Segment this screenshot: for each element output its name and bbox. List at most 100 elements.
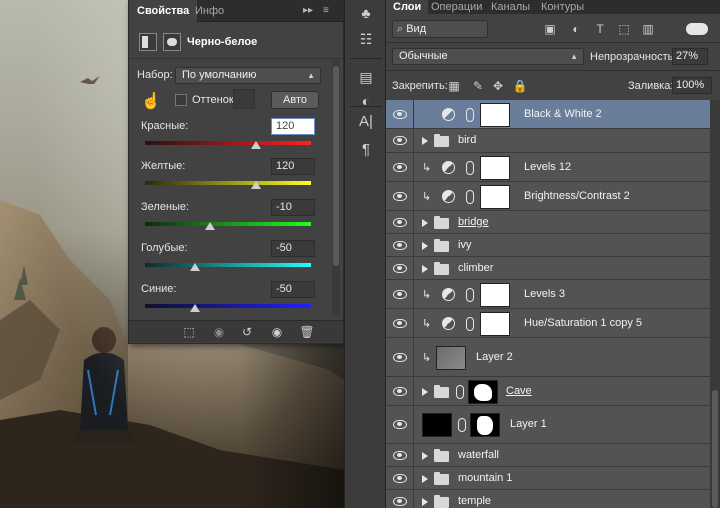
- slider-thumb[interactable]: [204, 222, 215, 230]
- eye-icon[interactable]: [393, 109, 407, 119]
- layer-visibility-cell[interactable]: [386, 182, 414, 210]
- character-icon[interactable]: A|: [354, 110, 378, 132]
- lock-brush-icon[interactable]: ✎: [470, 78, 486, 94]
- layer-mask-thumbnail[interactable]: [480, 102, 510, 127]
- history-icon[interactable]: ▤: [354, 66, 378, 88]
- layer-row[interactable]: Black & White 2: [386, 100, 710, 129]
- layer-visibility-cell[interactable]: [386, 129, 414, 152]
- layer-name[interactable]: mountain 1: [458, 472, 512, 484]
- layer-row[interactable]: ↳ Brightness/Contrast 2: [386, 182, 710, 211]
- lock-transparent-icon[interactable]: ▦: [446, 78, 462, 94]
- layer-visibility-cell[interactable]: [386, 338, 414, 376]
- expand-triangle-icon[interactable]: [422, 474, 428, 483]
- layer-name[interactable]: Levels 3: [524, 288, 565, 300]
- layer-visibility-cell[interactable]: [386, 377, 414, 405]
- tab-layers[interactable]: Слои: [386, 0, 429, 14]
- layer-name[interactable]: Layer 1: [510, 418, 547, 430]
- layer-thumbnail[interactable]: [436, 345, 466, 370]
- slider-thumb[interactable]: [189, 304, 200, 312]
- eye-icon[interactable]: [393, 289, 407, 299]
- layer-row[interactable]: ivy: [386, 234, 710, 257]
- layer-name[interactable]: Cave: [506, 385, 532, 397]
- tab-info[interactable]: Инфо: [187, 0, 232, 22]
- slider-thumb[interactable]: [251, 141, 262, 149]
- panel-menu-icon[interactable]: ≡: [323, 4, 329, 18]
- paragraph-icon[interactable]: ¶: [354, 138, 378, 160]
- layer-row[interactable]: bridge: [386, 211, 710, 234]
- layers-scrollbar[interactable]: [710, 100, 720, 508]
- slider-value-input[interactable]: -50: [271, 240, 315, 257]
- eye-icon[interactable]: [393, 473, 407, 483]
- layer-row[interactable]: waterfall: [386, 444, 710, 467]
- layer-mask-thumbnail[interactable]: [480, 184, 510, 209]
- layer-name[interactable]: bridge: [458, 216, 489, 228]
- layer-name[interactable]: climber: [458, 262, 493, 274]
- eye-icon[interactable]: [393, 217, 407, 227]
- slider-value-input[interactable]: 120: [271, 118, 315, 135]
- reset-icon[interactable]: ↺: [239, 324, 255, 340]
- delete-trash-icon[interactable]: 🗑: [299, 324, 315, 340]
- slider-track[interactable]: [145, 263, 311, 267]
- tab-channels[interactable]: Каналы: [484, 0, 537, 14]
- slider-value-input[interactable]: -50: [271, 281, 315, 298]
- blend-mode-select[interactable]: Обычные ▲: [392, 48, 584, 65]
- targeted-adjust-hand-icon[interactable]: ☝: [141, 91, 161, 111]
- eye-icon[interactable]: [393, 162, 407, 172]
- layer-row[interactable]: bird: [386, 129, 710, 153]
- layer-name[interactable]: Brightness/Contrast 2: [524, 190, 630, 202]
- expand-triangle-icon[interactable]: [422, 451, 428, 460]
- layer-filter-select[interactable]: ⌕ Вид: [392, 20, 488, 38]
- layer-visibility-cell[interactable]: [386, 467, 414, 489]
- layer-row[interactable]: Layer 1: [386, 406, 710, 444]
- link-chain-icon[interactable]: [466, 189, 474, 204]
- tint-color-swatch[interactable]: [233, 89, 255, 109]
- link-chain-icon[interactable]: [456, 384, 464, 399]
- link-chain-icon[interactable]: [466, 160, 474, 175]
- eye-icon[interactable]: [393, 496, 407, 506]
- layer-row[interactable]: ↳ Hue/Saturation 1 copy 5: [386, 309, 710, 338]
- eye-icon[interactable]: [393, 450, 407, 460]
- filter-adjustment-icon[interactable]: ◐: [568, 21, 584, 37]
- layer-row[interactable]: temple: [386, 490, 710, 508]
- layer-row[interactable]: Cave: [386, 377, 710, 406]
- tint-checkbox[interactable]: [175, 94, 187, 106]
- eye-icon[interactable]: [393, 420, 407, 429]
- lock-all-icon[interactable]: 🔒: [512, 78, 528, 94]
- layer-mask-thumbnail[interactable]: [480, 155, 510, 180]
- filter-smart-object-icon[interactable]: ▥: [640, 21, 656, 37]
- layer-visibility-cell[interactable]: [386, 309, 414, 337]
- eye-icon[interactable]: [393, 386, 407, 396]
- link-chain-icon[interactable]: [466, 107, 474, 122]
- slider-track[interactable]: [145, 181, 311, 185]
- expand-triangle-icon[interactable]: [422, 218, 428, 227]
- link-chain-icon[interactable]: [458, 418, 466, 432]
- layer-row[interactable]: ↳ Levels 3: [386, 280, 710, 309]
- layer-visibility-cell[interactable]: [386, 280, 414, 308]
- layer-visibility-cell[interactable]: [386, 257, 414, 279]
- layer-name[interactable]: temple: [458, 495, 491, 507]
- layer-mask-thumbnail[interactable]: [470, 413, 500, 437]
- adjustments-icon[interactable]: ◐: [354, 90, 378, 112]
- layer-visibility-cell[interactable]: [386, 444, 414, 466]
- brushes-icon[interactable]: ♣: [354, 2, 378, 24]
- view-previous-icon[interactable]: ◉: [211, 324, 227, 340]
- layer-mask-thumbnail[interactable]: [480, 311, 510, 336]
- preset-select[interactable]: По умолчанию ▲: [175, 67, 321, 84]
- clip-to-layer-icon[interactable]: ⬚: [181, 324, 197, 340]
- expand-triangle-icon[interactable]: [422, 137, 428, 145]
- layer-visibility-cell[interactable]: [386, 490, 414, 508]
- expand-triangle-icon[interactable]: [422, 241, 428, 250]
- slider-value-input[interactable]: 120: [271, 158, 315, 175]
- layer-thumbnail[interactable]: [422, 413, 452, 437]
- expand-triangle-icon[interactable]: [422, 497, 428, 506]
- lock-position-icon[interactable]: ✥: [490, 78, 506, 94]
- layers-scroll-thumb[interactable]: [712, 390, 718, 508]
- link-chain-icon[interactable]: [466, 287, 474, 302]
- eye-icon[interactable]: [393, 191, 407, 201]
- layer-visibility-cell[interactable]: [386, 153, 414, 181]
- auto-button[interactable]: Авто: [271, 91, 319, 109]
- eye-icon[interactable]: [393, 136, 407, 145]
- layer-mask-thumbnail[interactable]: [480, 282, 510, 307]
- tab-paths[interactable]: Контуры: [534, 0, 591, 14]
- slider-track[interactable]: [145, 141, 311, 145]
